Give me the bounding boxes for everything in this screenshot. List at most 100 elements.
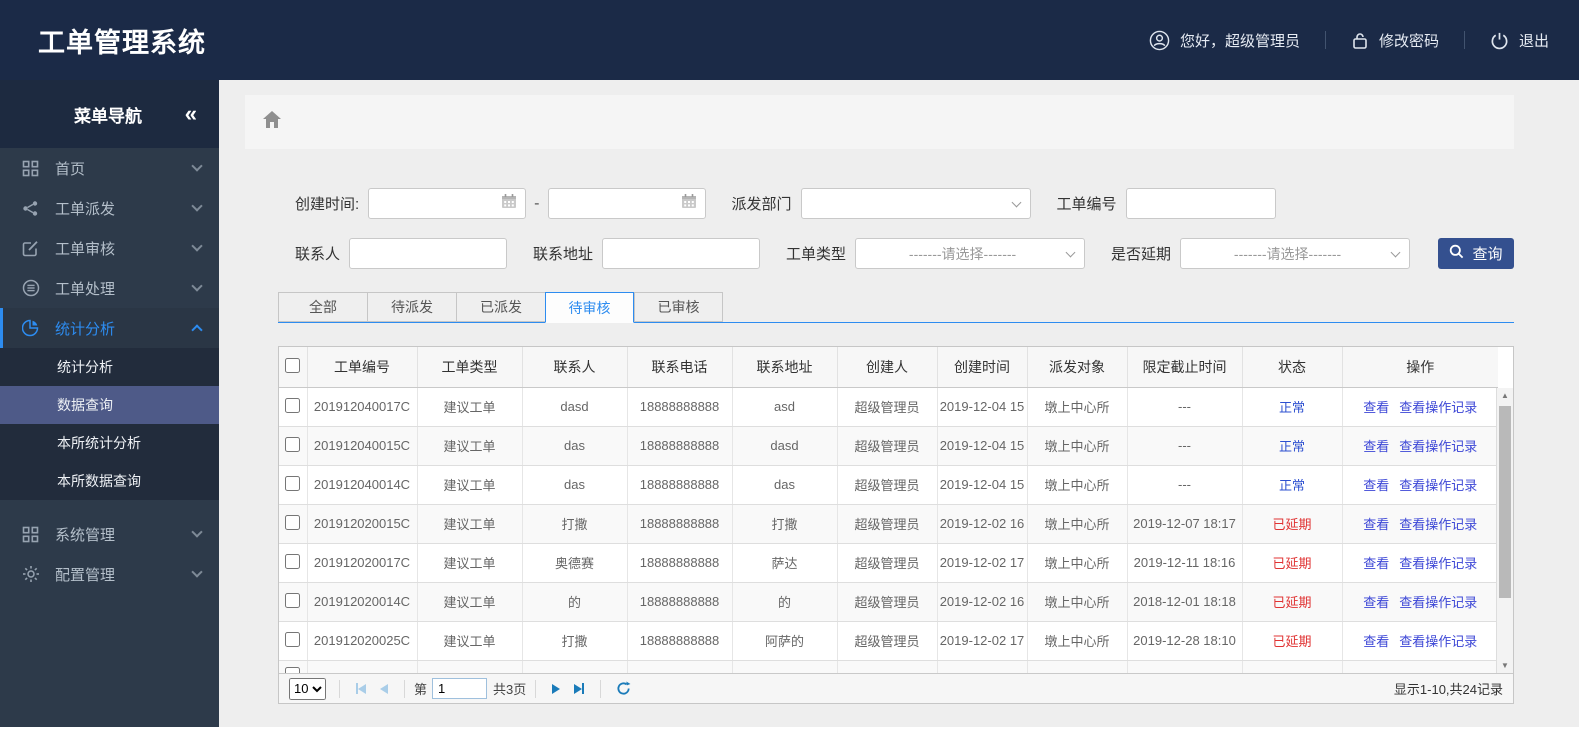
change-password-button[interactable]: 修改密码 [1351,30,1439,51]
cell-empty [837,660,938,673]
statistics-submenu: 统计分析 数据查询 本所统计分析 本所数据查询 [0,348,219,500]
grid-icon [22,526,42,543]
submenu-item-label: 本所数据查询 [57,473,141,489]
view-link[interactable]: 查看 [1363,439,1389,454]
cell-contact: 奥德赛 [522,543,628,583]
row-checkbox[interactable] [285,592,301,608]
sidebar-item-process[interactable]: 工单处理 [0,268,219,308]
user-greeting[interactable]: 您好，超级管理员 [1149,30,1300,51]
page-size-select[interactable]: 10 [289,677,326,700]
row-checkbox[interactable] [285,666,301,673]
view-link[interactable]: 查看 [1363,556,1389,571]
sidebar-item-label: 首页 [55,160,86,178]
submenu-item-local-statistics[interactable]: 本所统计分析 [0,424,219,462]
view-link[interactable]: 查看 [1363,595,1389,610]
cell-empty [627,660,733,673]
table-row: 201912020025C 建议工单 打撒 18888888888 阿萨的 超级管理员 20… [279,621,1498,661]
contact-input[interactable] [349,238,508,269]
prev-page-button[interactable] [380,683,388,694]
submenu-item-data-query[interactable]: 数据查询 [0,386,219,424]
app-header: 工单管理系统 您好，超级管理员 修改密码 退出 [0,0,1579,80]
home-icon[interactable] [262,110,282,134]
sidebar-item-system[interactable]: 系统管理 [0,514,219,554]
scroll-up-icon[interactable]: ▲ [1497,391,1513,400]
view-log-link[interactable]: 查看操作记录 [1399,634,1477,649]
tab-label: 全部 [309,299,337,315]
sidebar-item-home[interactable]: 首页 [0,148,219,188]
view-link[interactable]: 查看 [1363,400,1389,415]
create-time-start-input[interactable] [368,188,527,219]
table-row: 201912040017C 建议工单 dasd 18888888888 asd 超级管理员… [279,387,1498,427]
scroll-down-icon[interactable]: ▼ [1497,661,1513,670]
work-order-grid: 工单编号 工单类型 联系人 联系电话 联系地址 创建人 创建时间 派发对象 限定… [278,346,1514,704]
tab-to-dispatch[interactable]: 待派发 [367,292,456,322]
view-log-link[interactable]: 查看操作记录 [1399,439,1477,454]
row-checkbox[interactable] [285,475,301,491]
status-badge: 正常 [1278,439,1305,454]
logout-button[interactable]: 退出 [1490,30,1549,51]
row-checkbox[interactable] [285,553,301,569]
cell-phone: 18888888888 [627,504,733,544]
sidebar: 菜单导航 « 首页 工单派发 工单审核 工单处理 统计分析 统计分析 数据查询 … [0,80,219,727]
col-creator: 创建人 [837,347,938,388]
type-select[interactable]: -------请选择------- [855,238,1086,269]
view-log-link[interactable]: 查看操作记录 [1399,556,1477,571]
department-select[interactable] [800,188,1031,219]
address-input[interactable] [602,238,761,269]
table-body: 201912040017C 建议工单 dasd 18888888888 asd 超级管理员… [279,387,1498,673]
row-select-cell [279,621,308,661]
last-page-button[interactable] [574,683,585,694]
delay-select[interactable]: -------请选择------- [1180,238,1411,269]
row-select-cell [279,465,308,505]
order-no-input[interactable] [1125,188,1276,219]
row-checkbox[interactable] [285,436,301,452]
table-row-partial [279,660,1498,673]
row-checkbox[interactable] [285,631,301,647]
cell-create-time: 2019-12-02 16 [937,582,1028,622]
view-log-link[interactable]: 查看操作记录 [1399,478,1477,493]
refresh-icon[interactable] [616,681,631,696]
row-checkbox[interactable] [285,397,301,413]
view-link[interactable]: 查看 [1363,478,1389,493]
type-label: 工单类型 [786,246,847,263]
scrollbar-thumb[interactable] [1499,406,1511,598]
collapse-sidebar-icon[interactable]: « [185,103,197,125]
view-log-link[interactable]: 查看操作记录 [1399,517,1477,532]
cell-creator: 超级管理员 [837,582,938,622]
tab-to-review[interactable]: 待审核 [545,292,634,323]
logout-label: 退出 [1518,32,1549,50]
cell-status: 正常 [1242,465,1343,505]
next-page-button[interactable] [552,683,561,694]
current-page-input[interactable] [432,678,488,699]
view-link[interactable]: 查看 [1363,634,1389,649]
tab-reviewed[interactable]: 已审核 [634,292,723,322]
sidebar-item-config[interactable]: 配置管理 [0,554,219,594]
cell-address: 阿萨的 [732,621,838,661]
sidebar-item-statistics[interactable]: 统计分析 [0,308,219,348]
cell-target: 墩上中心所 [1027,582,1128,622]
submenu-item-local-data-query[interactable]: 本所数据查询 [0,462,219,500]
view-link[interactable]: 查看 [1363,517,1389,532]
submenu-item-statistics[interactable]: 统计分析 [0,348,219,386]
tab-dispatched[interactable]: 已派发 [456,292,545,322]
table-row: 201912040015C 建议工单 das 18888888888 dasd 超级管理员… [279,426,1498,466]
view-log-link[interactable]: 查看操作记录 [1399,400,1477,415]
select-all-checkbox[interactable] [285,357,301,373]
sidebar-item-label: 系统管理 [55,526,116,544]
row-select-cell [279,504,308,544]
sidebar-item-label: 工单审核 [55,240,116,258]
sidebar-item-dispatch[interactable]: 工单派发 [0,188,219,228]
view-log-link[interactable]: 查看操作记录 [1399,595,1477,610]
row-checkbox[interactable] [285,514,301,530]
sidebar-item-review[interactable]: 工单审核 [0,228,219,268]
tab-all[interactable]: 全部 [278,292,367,322]
pager-divider [535,679,537,698]
first-page-button[interactable] [356,683,366,694]
delay-label: 是否延期 [1111,246,1172,263]
cell-status: 正常 [1242,426,1343,466]
cell-order-no: 201912020025C [307,621,418,661]
create-time-end-input[interactable] [547,188,706,219]
submenu-item-label: 数据查询 [57,397,113,413]
search-button[interactable]: 查询 [1438,238,1514,269]
vertical-scrollbar[interactable]: ▲ ▼ [1496,388,1513,673]
